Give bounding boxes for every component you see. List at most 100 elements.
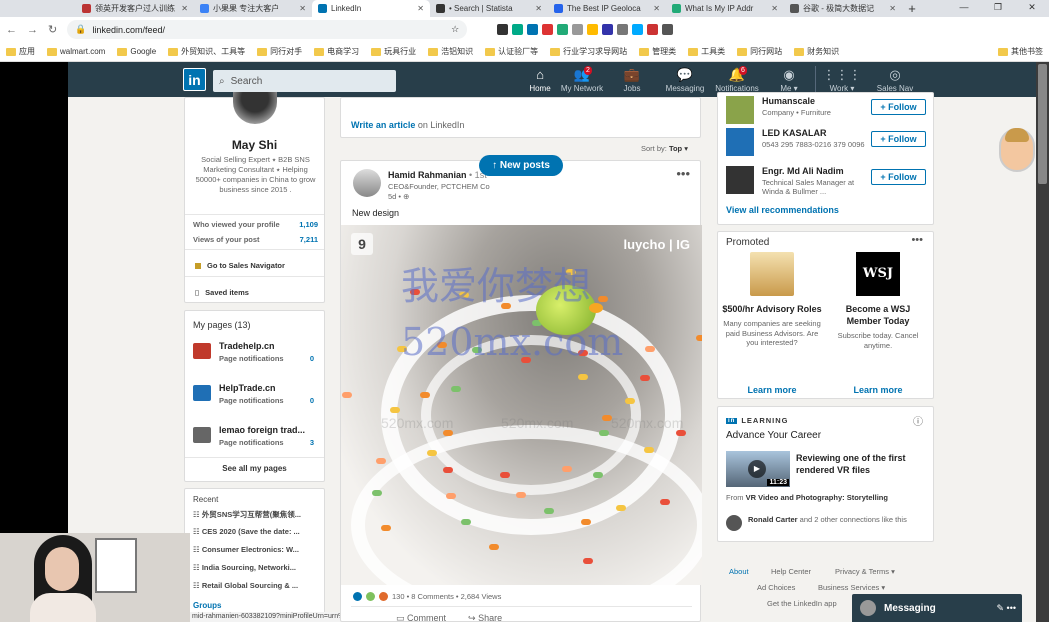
liked-by-name[interactable]: Ronald Carter [748,515,798,524]
browser-tab[interactable]: What Is My IP Addr ✕ [666,0,784,17]
footer-privacy[interactable]: Privacy & Terms ▾ [835,567,895,576]
floating-avatar-widget[interactable] [999,128,1035,172]
play-icon[interactable]: ▶ [748,460,766,478]
author-avatar[interactable] [353,169,381,197]
recent-item[interactable]: ☷ CES 2020 (Save the date: ... [193,527,318,536]
browser-tab[interactable]: LinkedIn ✕ [312,0,430,17]
sales-navigator-link[interactable]: Go to Sales Navigator [195,261,285,270]
follow-button[interactable]: + Follow [871,99,926,115]
page-item[interactable]: lemao foreign trad... Page notifications 3 [193,425,320,451]
extension-icon[interactable] [497,24,509,35]
extension-icon[interactable] [662,24,674,35]
groups-link[interactable]: Groups [193,601,221,610]
browser-tab[interactable]: The Best IP Geoloca ✕ [548,0,666,17]
nav-my-network[interactable]: 👥 2 My Network [554,66,610,93]
learn-more-button[interactable]: Learn more [722,385,822,395]
footer-about[interactable]: About [729,567,749,576]
bookmark-item[interactable]: 工具类 [688,46,725,57]
more-options-icon[interactable]: ••• [676,166,690,181]
stat-post-views[interactable]: Views of your post 7,211 [193,235,318,244]
address-bar[interactable]: 🔒 linkedin.com/feed/ ☆ [67,20,468,39]
linkedin-logo[interactable]: in [183,68,206,91]
extension-icon[interactable] [617,24,629,35]
other-bookmarks[interactable]: 其他书签 [998,46,1043,57]
comment-button[interactable]: ▭ Comment [396,613,446,622]
post-author[interactable]: Hamid Rahmanian • 1st [388,170,487,180]
browser-tab[interactable]: 小果果 专注大客户 ✕ [194,0,312,17]
tab-close-icon[interactable]: ✕ [181,4,188,13]
follow-button[interactable]: + Follow [871,169,926,185]
extension-icon[interactable] [542,24,554,35]
view-all-recommendations-link[interactable]: View all recommendations [726,205,839,215]
bookmark-item[interactable]: 行业学习求导网站 [550,46,627,57]
extension-icon[interactable] [602,24,614,35]
reload-icon[interactable]: ↻ [48,23,57,36]
bookmark-item[interactable]: 管理类 [639,46,676,57]
extension-icon[interactable] [512,24,524,35]
saved-items-link[interactable]: ▯ Saved items [195,288,249,297]
write-article-link[interactable]: Write an article [351,120,415,130]
bookmark-item[interactable]: 财务知识 [794,46,839,57]
promo-advisory[interactable]: $500/hr Advisory Roles Many companies ar… [722,252,822,395]
tab-close-icon[interactable]: ✕ [771,4,778,13]
nav-sales-nav[interactable]: ◎ Sales Nav [867,66,923,93]
new-tab-icon[interactable]: + [902,0,922,17]
bookmark-item[interactable]: 认证验厂等 [485,46,538,57]
tab-close-icon[interactable]: ✕ [417,4,424,13]
bookmark-item[interactable]: 外贸知识、工具等 [168,46,245,57]
recommendation-item[interactable]: LED KASALAR 0543 295 7883-0216 379 0096 + … [726,128,926,160]
social-counts[interactable]: 130 • 8 Comments • 2,684 Views [353,592,501,601]
more-options-icon[interactable]: ••• [911,234,923,246]
see-all-pages-link[interactable]: See all my pages [185,464,324,473]
nav-work[interactable]: ⋮⋮⋮ Work ▾ [814,66,870,93]
nav-me[interactable]: ◉ Me ▾ [761,66,817,93]
recent-item[interactable]: ☷ India Sourcing, Networki... [193,563,318,572]
extension-icon[interactable] [647,24,659,35]
bookmark-item[interactable]: 浩铝知识 [428,46,473,57]
stat-profile-views[interactable]: Who viewed your profile 1,109 [193,220,318,229]
tab-close-icon[interactable]: ✕ [653,4,660,13]
recent-item[interactable]: ☷ Retail Global Sourcing & ... [193,581,318,590]
bookmark-item[interactable]: 应用 [6,46,35,57]
nav-notifications[interactable]: 🔔 6 Notifications [709,66,765,93]
browser-tab[interactable]: • Search | Statista ✕ [430,0,548,17]
bookmark-item[interactable]: walmart.com [47,47,105,56]
video-title[interactable]: Reviewing one of the first rendered VR f… [796,452,926,476]
extension-icon[interactable] [557,24,569,35]
messaging-bar[interactable]: Messaging ✎ ••• [852,594,1022,622]
browser-tab[interactable]: 谷歌 - 极简大数据记 ✕ [784,0,902,17]
forward-icon[interactable]: → [27,24,38,36]
recommendation-item[interactable]: Engr. Md Ali Nadim Technical Sales Manage… [726,166,926,198]
recommendation-item[interactable]: Humanscale Company • Furniture + Follow [726,96,926,128]
bookmark-item[interactable]: 玩具行业 [371,46,416,57]
footer-app[interactable]: Get the LinkedIn app [767,599,837,608]
nav-jobs[interactable]: 💼 Jobs [604,66,660,93]
info-icon[interactable]: ⓘ [913,413,923,428]
minimize-icon[interactable]: — [947,0,981,15]
footer-business[interactable]: Business Services ▾ [818,583,885,592]
course-name[interactable]: VR Video and Photography: Storytelling [746,493,888,502]
tab-close-icon[interactable]: ✕ [535,4,542,13]
bookmark-item[interactable]: 电商学习 [314,46,359,57]
page-item[interactable]: Tradehelp.cn Page notifications 0 [193,341,320,367]
profile-avatar[interactable] [233,92,277,124]
learn-more-button[interactable]: Learn more [828,385,928,395]
follow-button[interactable]: + Follow [871,131,926,147]
extension-icon[interactable] [572,24,584,35]
recent-item[interactable]: ☷ 外贸SNS学习互帮营(聚焦领... [193,509,318,520]
footer-ad-choices[interactable]: Ad Choices [757,583,795,592]
footer-help[interactable]: Help Center [771,567,811,576]
video-thumbnail[interactable]: ▶ 11:23 [726,451,790,487]
bookmark-item[interactable]: Google [117,47,156,56]
share-button[interactable]: ↪ Share [468,613,502,622]
new-posts-button[interactable]: ↑ New posts [479,155,563,176]
extension-icon[interactable] [527,24,539,35]
post-image[interactable]: 9 luycho | IG 我爱你梦想 520mx.com 520mx.com … [341,225,702,585]
sort-by[interactable]: Sort by: Top ▾ [641,144,688,153]
bookmark-item[interactable]: 同行对手 [257,46,302,57]
nav-messaging[interactable]: 💬 Messaging [657,66,713,93]
page-item[interactable]: HelpTrade.cn Page notifications 0 [193,383,320,409]
close-window-icon[interactable]: ✕ [1015,0,1049,15]
back-icon[interactable]: ← [6,24,17,36]
promo-wsj[interactable]: WSJ Become a WSJ Member Today Subscribe … [828,252,928,395]
